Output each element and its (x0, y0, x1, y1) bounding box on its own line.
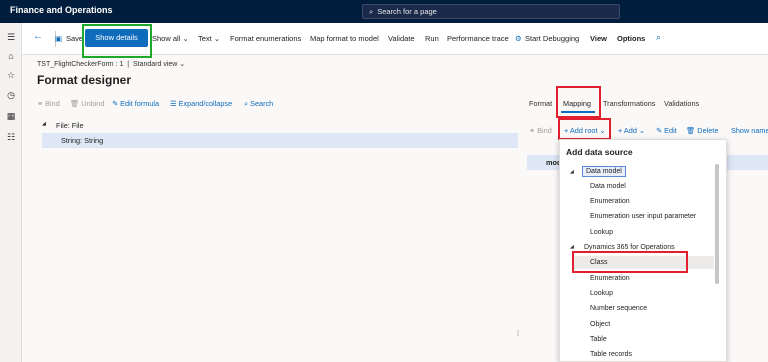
format-enumerations-button[interactable]: Format enumerations (230, 34, 301, 43)
delete-label: Delete (697, 126, 719, 135)
delete-icon: 🗑 (686, 126, 696, 135)
collapse-caret-icon[interactable]: ◢ (42, 121, 46, 127)
menu-item-table-records[interactable]: Table records (590, 351, 632, 358)
menu-item-number-sequence[interactable]: Number sequence (590, 305, 647, 312)
chevron-down-icon: ⌄ (179, 61, 186, 68)
global-search-box[interactable]: ⌕ Search for a page (362, 4, 620, 19)
edit-formula-label: Edit formula (120, 99, 160, 108)
bind-label: Bind (45, 99, 60, 108)
add-button[interactable]: + Add ⌄ (618, 126, 645, 135)
group-dynamics-365[interactable]: Dynamics 365 for Operations (584, 244, 675, 251)
menu-item-object[interactable]: Object (590, 321, 610, 328)
menu-title: Add data source (566, 147, 633, 157)
mapping-tab-highlight (556, 86, 601, 118)
expand-collapse-button[interactable]: ☰ Expand/collapse (170, 99, 232, 108)
home-icon[interactable]: ⌂ (4, 49, 18, 63)
top-bar: Finance and Operations ⌕ Search for a pag… (0, 0, 768, 23)
view-selector-label: Standard view (132, 61, 178, 68)
delete-button[interactable]: 🗑 Delete (686, 126, 718, 135)
show-details-highlight (82, 24, 152, 58)
options-tab[interactable]: Options (617, 34, 645, 43)
save-button[interactable]: Save (66, 34, 83, 43)
format-search-label: Search (250, 99, 274, 108)
expand-collapse-label: Expand/collapse (178, 99, 233, 108)
chevron-down-icon: ⌄ (182, 34, 189, 43)
text-label: Text (198, 34, 212, 43)
unbind-label: Unbind (81, 99, 105, 108)
menu-item-enumeration-user-input-parameter[interactable]: Enumeration user input parameter (590, 213, 696, 220)
view-tab[interactable]: View (590, 34, 607, 43)
collapse-caret-icon[interactable]: ◢ (570, 244, 574, 250)
menu-item-data-model[interactable]: Data model (590, 183, 626, 190)
bind-button[interactable]: ⚭ Bind (37, 99, 60, 108)
search-icon: ⌕ (369, 7, 374, 16)
selected-row[interactable] (42, 133, 518, 148)
edit-button[interactable]: ✎ Edit (656, 126, 677, 135)
save-icon: ▣ (55, 34, 63, 43)
link-icon: ⚭ (529, 126, 536, 135)
mapping-bind-label: Bind (537, 126, 552, 135)
recent-icon[interactable]: ◷ (4, 88, 18, 102)
edit-label: Edit (664, 126, 677, 135)
chevron-down-icon: ⌄ (213, 34, 221, 43)
mapping-bind-button[interactable]: ⚭ Bind (529, 126, 552, 135)
map-format-to-model-button[interactable]: Map format to model (310, 34, 379, 43)
show-all-menu[interactable]: Show all ⌄ (152, 34, 189, 43)
start-debugging-button[interactable]: Start Debugging (525, 34, 579, 43)
menu-item-lookup[interactable]: Lookup (590, 290, 613, 297)
menu-item-table[interactable]: Table (590, 336, 607, 343)
search-icon[interactable]: ⌕ (656, 32, 661, 43)
breadcrumb-form[interactable]: TST_FlightCheckerForm : 1 (37, 61, 123, 68)
group-data-model[interactable]: Data model (582, 166, 626, 177)
workspaces-icon[interactable]: ▦ (4, 109, 18, 123)
star-icon[interactable]: ☆ (4, 68, 18, 82)
add-label: Add (623, 126, 637, 135)
app-title: Finance and Operations (10, 5, 113, 15)
show-all-label: Show all (152, 34, 181, 43)
hamburger-icon[interactable]: ☰ (4, 30, 18, 44)
edit-icon: ✎ (656, 126, 663, 135)
menu-item-enumeration[interactable]: Enumeration (590, 198, 630, 205)
class-item-highlight (572, 251, 688, 273)
menu-item-enumeration[interactable]: Enumeration (590, 275, 630, 282)
delete-icon: 🗑 (70, 99, 80, 108)
tab-transformations[interactable]: Transformations (603, 99, 655, 108)
list-icon: ☰ (170, 99, 177, 108)
edit-formula-button[interactable]: ✎ Edit formula (112, 99, 159, 108)
menu-scrollbar[interactable] (715, 164, 719, 284)
link-icon: ⚭ (37, 99, 44, 108)
text-menu[interactable]: Text ⌄ (198, 34, 220, 43)
tab-format[interactable]: Format (529, 99, 552, 108)
search-icon: ⌕ (244, 99, 249, 108)
tree-node-file[interactable]: File: File (56, 121, 84, 130)
show-name-button[interactable]: Show name (731, 126, 768, 135)
validate-button[interactable]: Validate (388, 34, 415, 43)
plus-icon: + (618, 126, 623, 135)
view-selector[interactable]: Standard view ⌄ (133, 61, 185, 68)
tree-node-string[interactable]: String: String (61, 136, 103, 145)
search-placeholder: Search for a page (377, 7, 437, 16)
back-arrow-icon[interactable]: ← (33, 31, 43, 42)
modules-icon[interactable]: ☷ (4, 130, 18, 144)
format-search-button[interactable]: ⌕ Search (244, 99, 273, 109)
breadcrumb-separator: | (127, 61, 130, 68)
performance-trace-button[interactable]: Performance trace (447, 34, 509, 43)
tab-validations[interactable]: Validations (664, 99, 699, 108)
add-root-highlight (558, 118, 611, 140)
left-navigation: ☰ ⌂ ☆ ◷ ▦ ☷ (0, 23, 22, 362)
collapse-caret-icon[interactable]: ◢ (570, 169, 574, 175)
page-title: Format designer (37, 73, 132, 87)
unbind-button[interactable]: 🗑 Unbind (70, 99, 104, 108)
splitter-handle[interactable]: ⁞ (517, 329, 519, 338)
run-button[interactable]: Run (425, 34, 439, 43)
menu-item-lookup[interactable]: Lookup (590, 229, 613, 236)
edit-icon: ✎ (112, 99, 119, 108)
breadcrumb: TST_FlightCheckerForm : 1 | Standard vie… (37, 60, 185, 68)
chevron-down-icon: ⌄ (638, 126, 646, 135)
debug-icon: ⚙ (515, 34, 522, 43)
